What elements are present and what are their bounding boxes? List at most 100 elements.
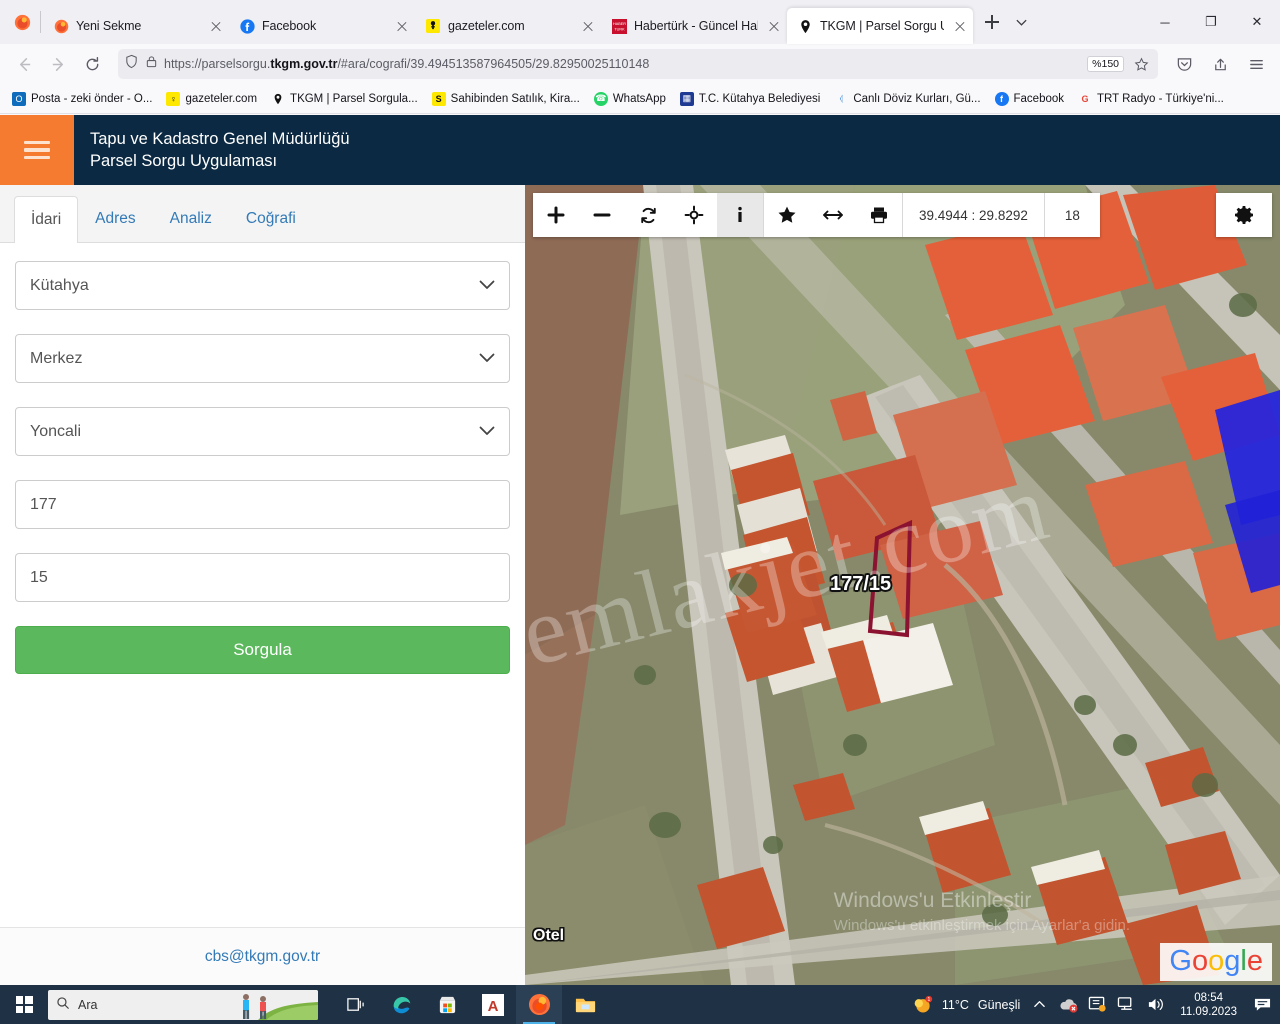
bookmark-item[interactable]: TKGM | Parsel Sorgula...	[265, 89, 424, 109]
locate-crosshair-icon[interactable]	[671, 193, 717, 237]
show-hidden-icons[interactable]	[1029, 995, 1049, 1015]
bookmark-item[interactable]: ⦉ Canlı Döviz Kurları, Gü...	[828, 89, 986, 109]
ilce-value: Merkez	[30, 349, 83, 367]
bookmark-star-icon[interactable]	[1130, 53, 1152, 75]
web-page-content: Tapu ve Kadastro Genel Müdürlüğü Parsel …	[0, 115, 1280, 985]
bookmark-label: TKGM | Parsel Sorgula...	[290, 92, 418, 105]
bookmarks-bar: O Posta - zeki önder - O... ♀ gazeteler.…	[0, 84, 1280, 114]
info-icon[interactable]	[717, 193, 763, 237]
close-icon[interactable]	[207, 17, 225, 35]
tab-title: Facebook	[262, 19, 317, 33]
bookmark-item[interactable]: G TRT Radyo - Türkiye'ni...	[1072, 89, 1230, 109]
map-canvas[interactable]: emlakjet.com 39.4944: 29.8292 18 177/15…	[525, 185, 1280, 985]
shield-icon[interactable]	[124, 54, 139, 74]
measure-distance-icon[interactable]	[810, 193, 856, 237]
weather-condition[interactable]: Güneşli	[978, 998, 1020, 1012]
bookmark-item[interactable]: O Posta - zeki önder - O...	[6, 89, 158, 109]
maximize-button[interactable]: ❐	[1188, 0, 1234, 44]
tab-idari[interactable]: İdari	[14, 196, 79, 243]
hamburger-icon[interactable]	[0, 115, 74, 185]
weather-temp[interactable]: 11°C	[942, 998, 969, 1012]
browser-tab-4[interactable]: TKGM | Parsel Sorgu Uygu	[787, 8, 973, 44]
close-icon[interactable]	[951, 17, 969, 35]
browser-tab-3[interactable]: HABERTURK Habertürk - Güncel Haber	[601, 8, 787, 44]
favorite-star-icon[interactable]	[764, 193, 810, 237]
chevron-down-icon	[479, 424, 495, 439]
url-text[interactable]: https://parselsorgu.tkgm.gov.tr/#ara/cog…	[164, 57, 1081, 71]
network-icon[interactable]	[1116, 995, 1136, 1015]
refresh-icon[interactable]	[625, 193, 671, 237]
close-icon[interactable]	[393, 17, 411, 35]
zoom-level-badge[interactable]: %150	[1087, 56, 1124, 72]
windows-taskbar: Ara A 1 11°C Güneşli 08:54 11.09.2023	[0, 985, 1280, 1024]
ada-input[interactable]: 177	[15, 480, 510, 529]
parsel-input[interactable]: 15	[15, 553, 510, 602]
volume-icon[interactable]	[1145, 995, 1165, 1015]
parsel-value: 15	[30, 568, 48, 586]
microsoft-store-icon[interactable]	[424, 985, 470, 1024]
ilce-select[interactable]: Merkez	[15, 334, 510, 383]
satellite-imagery	[525, 185, 1280, 985]
gear-icon[interactable]	[1216, 193, 1272, 237]
file-explorer-icon[interactable]	[562, 985, 608, 1024]
share-icon[interactable]	[1204, 48, 1236, 80]
new-tab-button[interactable]	[977, 7, 1007, 37]
bookmark-item[interactable]: ☎ WhatsApp	[588, 89, 672, 109]
clock-time: 08:54	[1194, 991, 1224, 1004]
autocad-icon[interactable]: A	[470, 985, 516, 1024]
start-button[interactable]	[0, 985, 48, 1024]
sorgula-label: Sorgula	[233, 640, 292, 659]
close-window-button[interactable]: ✕	[1234, 0, 1280, 44]
il-value: Kütahya	[30, 276, 89, 294]
bookmark-item[interactable]: ▦ T.C. Kütahya Belediyesi	[674, 89, 826, 109]
bookmark-item[interactable]: S Sahibinden Satılık, Kira...	[426, 89, 586, 109]
weather-icon[interactable]: 1	[913, 995, 933, 1015]
minimize-button[interactable]: ─	[1142, 0, 1188, 44]
tab-analiz[interactable]: Analiz	[153, 195, 229, 242]
app-menu-icon[interactable]	[1240, 48, 1272, 80]
search-input[interactable]: Ara	[48, 989, 318, 1020]
system-tray: 1 11°C Güneşli 08:54 11.09.2023	[913, 991, 1280, 1019]
list-all-tabs-icon[interactable]	[1007, 8, 1035, 36]
zoom-out-icon[interactable]	[579, 193, 625, 237]
back-icon[interactable]	[8, 48, 40, 80]
browser-tab-0[interactable]: Yeni Sekme	[43, 8, 229, 44]
taskbar-clock[interactable]: 08:54 11.09.2023	[1174, 991, 1243, 1019]
bookmark-item[interactable]: f Facebook	[989, 89, 1071, 109]
firefox-icon[interactable]	[516, 985, 562, 1024]
notifications-icon[interactable]	[1252, 995, 1272, 1015]
browser-navbar: https://parselsorgu.tkgm.gov.tr/#ara/cog…	[0, 44, 1280, 84]
browser-tab-1[interactable]: Facebook	[229, 8, 415, 44]
il-select[interactable]: Kütahya	[15, 261, 510, 310]
edge-icon[interactable]	[378, 985, 424, 1024]
close-icon[interactable]	[579, 17, 597, 35]
browser-tab-2[interactable]: gazeteler.com	[415, 8, 601, 44]
task-view-icon[interactable]	[332, 985, 378, 1024]
tab-title: Yeni Sekme	[76, 19, 142, 33]
bookmark-item[interactable]: ♀ gazeteler.com	[160, 89, 263, 109]
onedrive-error-icon[interactable]	[1058, 995, 1078, 1015]
window-controls: ─ ❐ ✕	[1142, 0, 1280, 44]
forward-icon[interactable]	[42, 48, 74, 80]
bookmark-label: Posta - zeki önder - O...	[31, 92, 153, 105]
windows-icon	[15, 996, 33, 1013]
contact-email-link[interactable]: cbs@tkgm.gov.tr	[205, 948, 320, 966]
firefox-app-icon	[4, 0, 40, 44]
reload-icon[interactable]	[76, 48, 108, 80]
app-title-line2: Parsel Sorgu Uygulaması	[90, 152, 278, 170]
screen-snip-icon[interactable]	[1087, 995, 1107, 1015]
save-to-pocket-icon[interactable]	[1168, 48, 1200, 80]
zoom-in-icon[interactable]	[533, 193, 579, 237]
print-icon[interactable]	[856, 193, 902, 237]
app-title: Tapu ve Kadastro Genel Müdürlüğü Parsel …	[74, 115, 350, 185]
mahalle-select[interactable]: Yoncali	[15, 407, 510, 456]
sorgula-button[interactable]: Sorgula	[15, 626, 510, 674]
address-bar[interactable]: https://parselsorgu.tkgm.gov.tr/#ara/cog…	[118, 49, 1158, 79]
map-pin-icon	[271, 92, 285, 106]
tab-cografi[interactable]: Coğrafi	[229, 195, 313, 242]
mahalle-value: Yoncali	[30, 422, 82, 440]
close-icon[interactable]	[765, 17, 783, 35]
lock-icon[interactable]	[145, 55, 158, 73]
chevron-down-icon	[479, 278, 495, 293]
tab-adres[interactable]: Adres	[78, 195, 153, 242]
